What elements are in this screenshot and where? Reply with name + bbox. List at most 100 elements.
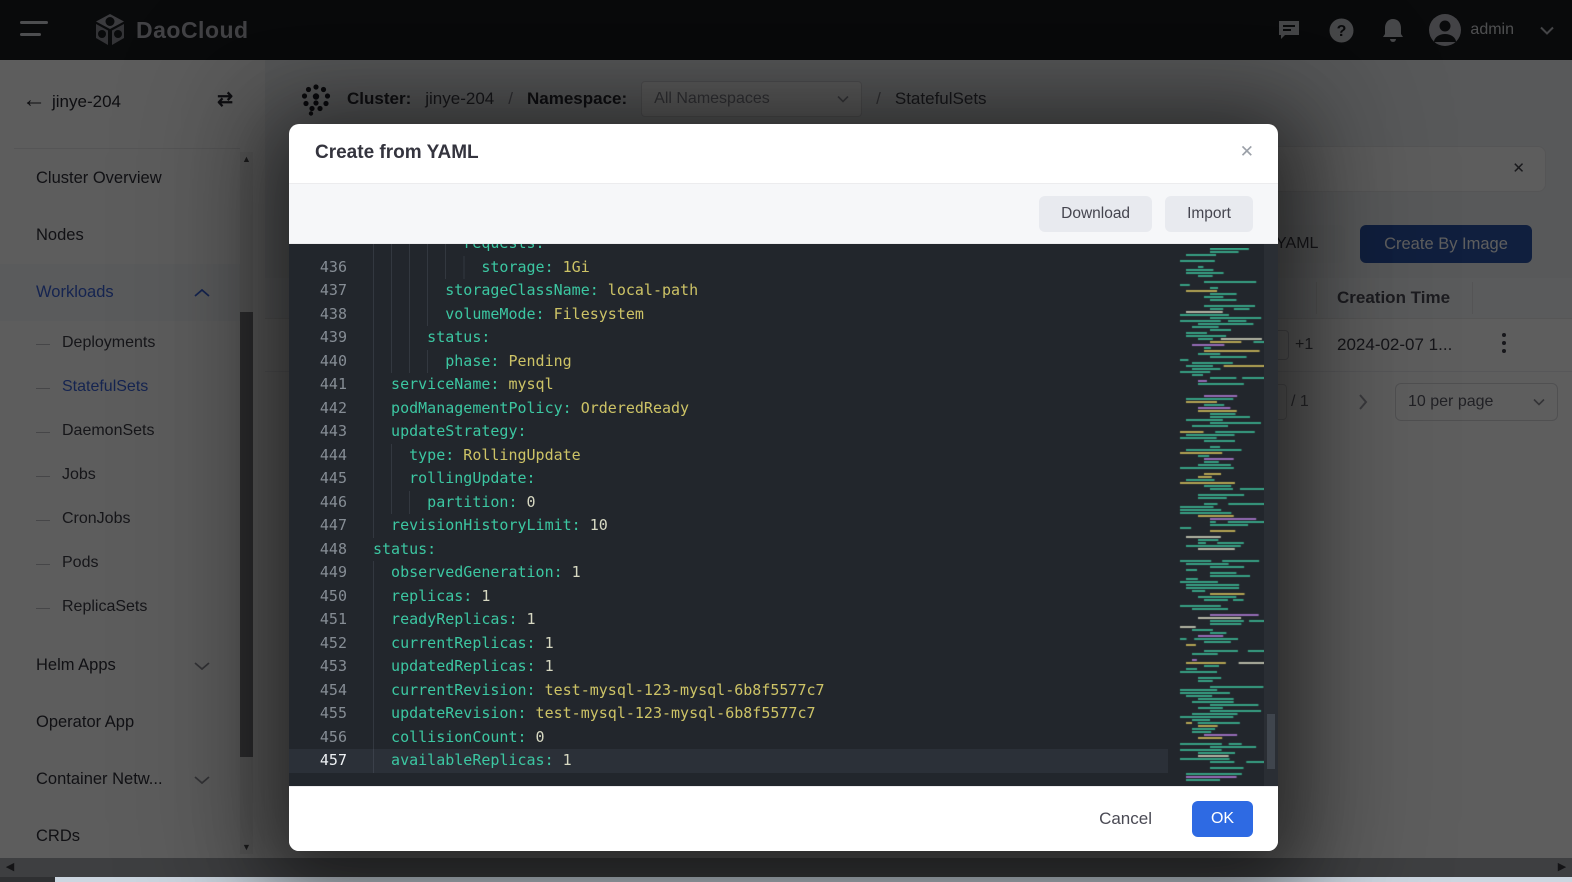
scroll-left-arrow-icon[interactable]: ◀	[2, 860, 18, 875]
line-number: 451	[289, 608, 347, 632]
editor-scrollbar-thumb[interactable]	[1267, 714, 1275, 769]
yaml-line-455[interactable]: 455updateRevision: test-mysql-123-mysql-…	[289, 702, 1168, 726]
indent-guides	[373, 702, 391, 726]
download-button[interactable]: Download	[1039, 196, 1152, 232]
yaml-line-439[interactable]: 439status:	[289, 326, 1168, 350]
yaml-key: currentReplicas:	[391, 632, 536, 656]
line-number: 447	[289, 514, 347, 538]
line-content: replicas: 1	[373, 585, 490, 609]
modal-header: Create from YAML ✕	[289, 124, 1278, 184]
scrollbar-corner	[0, 877, 55, 882]
editor-minimap[interactable]	[1176, 248, 1264, 782]
yaml-value: 1	[563, 561, 581, 585]
yaml-key: replicas:	[391, 585, 472, 609]
yaml-line-446[interactable]: 446partition: 0	[289, 491, 1168, 515]
line-content: podManagementPolicy: OrderedReady	[373, 397, 689, 421]
yaml-value: OrderedReady	[572, 397, 689, 421]
yaml-key: phase:	[445, 350, 499, 374]
yaml-key: requests:	[463, 244, 544, 256]
yaml-line-456[interactable]: 456collisionCount: 0	[289, 726, 1168, 750]
yaml-line-437[interactable]: 437 storageClassName: local-path	[289, 279, 1168, 303]
line-number: 454	[289, 679, 347, 703]
yaml-value: test-mysql-123-mysql-6b8f5577c7	[536, 679, 825, 703]
yaml-line-452[interactable]: 452 currentReplicas: 1	[289, 632, 1168, 656]
yaml-line-447[interactable]: 447 revisionHistoryLimit: 10	[289, 514, 1168, 538]
line-content: partition: 0	[373, 491, 536, 515]
editor-scrollbar[interactable]	[1264, 244, 1278, 786]
indent-guides	[373, 632, 391, 656]
line-content: revisionHistoryLimit: 10	[373, 514, 608, 538]
line-content: updatedReplicas: 1	[373, 655, 554, 679]
yaml-line-436[interactable]: 436storage: 1Gi	[289, 256, 1168, 280]
yaml-line-438[interactable]: 438volumeMode: Filesystem	[289, 303, 1168, 327]
yaml-value: 1	[517, 608, 535, 632]
yaml-key: type:	[409, 444, 454, 468]
indent-guides	[373, 679, 391, 703]
yaml-key: updateRevision:	[391, 702, 526, 726]
yaml-line-442[interactable]: 442 podManagementPolicy: OrderedReady	[289, 397, 1168, 421]
yaml-line-454[interactable]: 454currentRevision: test-mysql-123-mysql…	[289, 679, 1168, 703]
indent-guides	[373, 585, 391, 609]
yaml-value: local-path	[599, 279, 698, 303]
yaml-line-448[interactable]: 448status:	[289, 538, 1168, 562]
yaml-line-457[interactable]: 457availableReplicas: 1	[289, 749, 1168, 773]
horizontal-scrollbar[interactable]: ◀ ▶	[0, 858, 1572, 882]
yaml-line-443[interactable]: 443updateStrategy:	[289, 420, 1168, 444]
horizontal-scrollbar-thumb[interactable]	[55, 877, 1572, 882]
yaml-key: status:	[427, 326, 490, 350]
yaml-value: Pending	[499, 350, 571, 374]
line-content: storageClassName: local-path	[373, 279, 698, 303]
yaml-key: observedGeneration:	[391, 561, 563, 585]
indent-guides	[373, 279, 445, 303]
yaml-key: updatedReplicas:	[391, 655, 536, 679]
line-content: observedGeneration: 1	[373, 561, 581, 585]
line-number: 440	[289, 350, 347, 374]
line-number: 457	[289, 749, 347, 773]
yaml-value: RollingUpdate	[454, 444, 580, 468]
cancel-button[interactable]: Cancel	[1093, 808, 1158, 830]
yaml-key: volumeMode:	[445, 303, 544, 327]
line-content: phase: Pending	[373, 350, 572, 374]
line-number: 442	[289, 397, 347, 421]
indent-guides	[373, 373, 391, 397]
line-content: updateRevision: test-mysql-123-mysql-6b8…	[373, 702, 816, 726]
line-number: 452	[289, 632, 347, 656]
indent-guides	[373, 244, 463, 256]
yaml-line-451[interactable]: 451 readyReplicas: 1	[289, 608, 1168, 632]
yaml-line-453[interactable]: 453updatedReplicas: 1	[289, 655, 1168, 679]
yaml-key: updateStrategy:	[391, 420, 526, 444]
indent-guides	[373, 726, 391, 750]
yaml-value: 1	[536, 632, 554, 656]
yaml-editor[interactable]: requests:436storage: 1Gi437 storageClassN…	[289, 244, 1278, 786]
line-content: readyReplicas: 1	[373, 608, 536, 632]
yaml-line-450[interactable]: 450replicas: 1	[289, 585, 1168, 609]
editor-code-area[interactable]: requests:436storage: 1Gi437 storageClassN…	[289, 244, 1168, 786]
modal-title: Create from YAML	[315, 142, 479, 164]
line-number	[289, 244, 347, 256]
line-content: updateStrategy:	[373, 420, 527, 444]
indent-guides	[373, 514, 391, 538]
yaml-line-449[interactable]: 449observedGeneration: 1	[289, 561, 1168, 585]
yaml-line-445[interactable]: 445rollingUpdate:	[289, 467, 1168, 491]
yaml-line-435[interactable]: requests:	[289, 244, 1168, 256]
yaml-key: rollingUpdate:	[409, 467, 535, 491]
modal-toolbar: Download Import	[289, 184, 1278, 244]
line-content: status:	[373, 326, 490, 350]
yaml-value: 0	[527, 726, 545, 750]
yaml-key: status:	[373, 538, 436, 562]
import-button[interactable]: Import	[1165, 196, 1253, 232]
line-number: 456	[289, 726, 347, 750]
yaml-code: requests:436storage: 1Gi437 storageClassN…	[289, 244, 1168, 773]
line-number: 437	[289, 279, 347, 303]
yaml-line-441[interactable]: 441serviceName: mysql	[289, 373, 1168, 397]
modal-footer: Cancel OK	[289, 786, 1278, 851]
scroll-right-arrow-icon[interactable]: ▶	[1554, 860, 1570, 875]
yaml-value: 1Gi	[554, 256, 590, 280]
line-number: 436	[289, 256, 347, 280]
ok-button[interactable]: OK	[1192, 801, 1253, 837]
yaml-line-444[interactable]: 444type: RollingUpdate	[289, 444, 1168, 468]
indent-guides	[373, 256, 481, 280]
modal-close-icon[interactable]: ✕	[1240, 142, 1254, 162]
yaml-line-440[interactable]: 440 phase: Pending	[289, 350, 1168, 374]
yaml-value: 1	[554, 749, 572, 773]
